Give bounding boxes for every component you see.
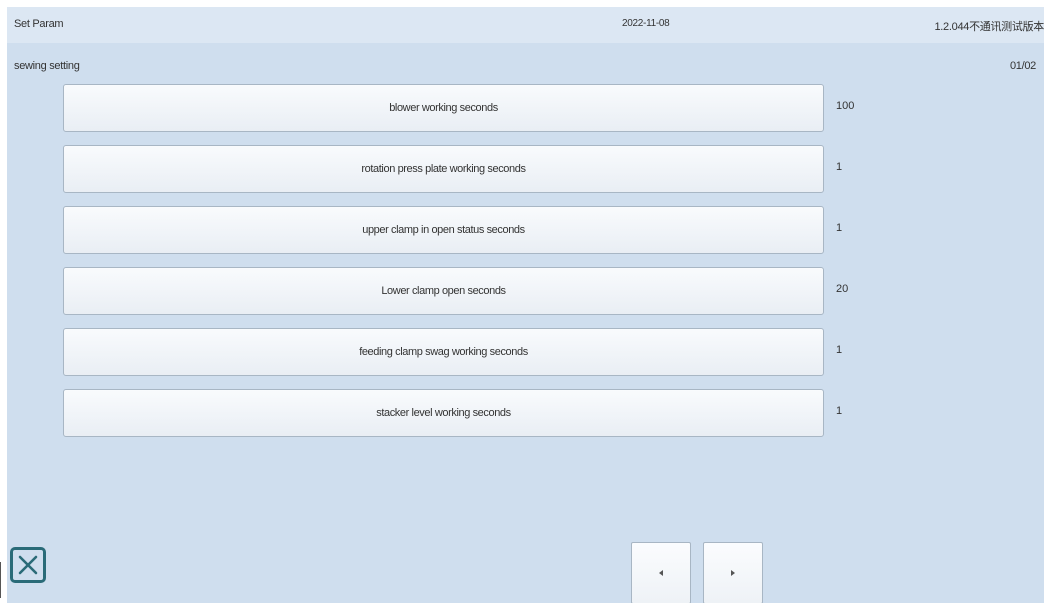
section-label: sewing setting xyxy=(14,60,80,72)
prev-page-button[interactable] xyxy=(631,542,691,603)
divider xyxy=(0,562,1,598)
next-page-button[interactable] xyxy=(703,542,763,603)
param-row: blower working seconds 100 xyxy=(63,84,943,134)
param-label: stacker level working seconds xyxy=(376,407,511,419)
param-button-upper-clamp-open-status-seconds[interactable]: upper clamp in open status seconds xyxy=(63,206,824,254)
param-value: 1 xyxy=(836,405,843,417)
close-button[interactable] xyxy=(10,547,46,583)
version-label: 1.2.044不通讯测试版本 xyxy=(934,21,1044,33)
param-button-stacker-level-working-seconds[interactable]: stacker level working seconds xyxy=(63,389,824,437)
param-value: 20 xyxy=(836,283,849,295)
param-button-blower-working-seconds[interactable]: blower working seconds xyxy=(63,84,824,132)
param-value: 1 xyxy=(836,161,843,173)
param-value: 1 xyxy=(836,344,843,356)
param-button-lower-clamp-open-seconds[interactable]: Lower clamp open seconds xyxy=(63,267,824,315)
param-row: upper clamp in open status seconds 1 xyxy=(63,206,943,256)
param-label: blower working seconds xyxy=(389,102,498,114)
param-row: feeding clamp swag working seconds 1 xyxy=(63,328,943,378)
page-title: Set Param xyxy=(14,18,64,30)
param-label: feeding clamp swag working seconds xyxy=(359,346,528,358)
param-row: Lower clamp open seconds 20 xyxy=(63,267,943,317)
param-label: upper clamp in open status seconds xyxy=(362,224,525,236)
param-screen: Set Param 2022-11-08 1.2.044不通讯测试版本 sewi… xyxy=(7,7,1044,603)
triangle-right-icon xyxy=(731,570,735,576)
param-value: 100 xyxy=(836,100,855,112)
close-icon xyxy=(18,555,38,575)
triangle-left-icon xyxy=(659,570,663,576)
date-display: 2022-11-08 xyxy=(622,18,670,29)
param-button-feeding-clamp-swag-working-seconds[interactable]: feeding clamp swag working seconds xyxy=(63,328,824,376)
param-value: 1 xyxy=(836,222,843,234)
param-label: Lower clamp open seconds xyxy=(381,285,506,297)
param-row: stacker level working seconds 1 xyxy=(63,389,943,439)
param-button-rotation-press-plate-working-seconds[interactable]: rotation press plate working seconds xyxy=(63,145,824,193)
page-indicator: 01/02 xyxy=(1009,60,1036,72)
param-label: rotation press plate working seconds xyxy=(361,163,526,175)
param-row: rotation press plate working seconds 1 xyxy=(63,145,943,195)
title-bar: Set Param 2022-11-08 1.2.044不通讯测试版本 xyxy=(7,7,1044,43)
